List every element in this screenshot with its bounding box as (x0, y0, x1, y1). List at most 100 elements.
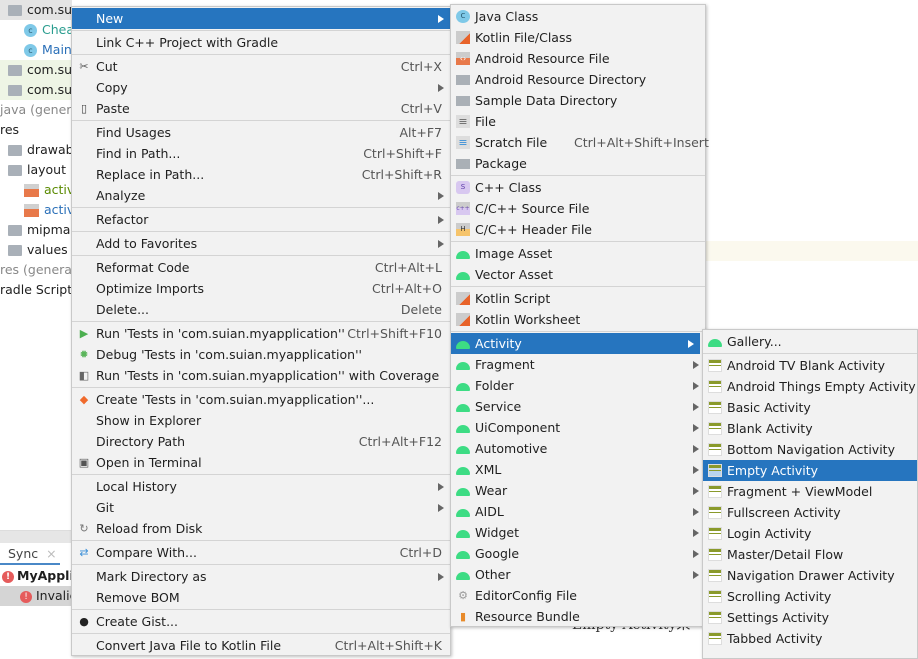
menu-item-gallery[interactable]: Gallery... (703, 331, 917, 352)
menu-item-git[interactable]: Git (72, 497, 450, 518)
menu-item-wear[interactable]: Wear (451, 480, 705, 501)
menu-item-link-c-project-with-gradle[interactable]: Link C++ Project with Gradle (72, 32, 450, 53)
menu-item-new[interactable]: New (72, 8, 450, 29)
menu-item-show-in-explorer[interactable]: Show in Explorer (72, 410, 450, 431)
menu-item-fragment-viewmodel[interactable]: Fragment + ViewModel (703, 481, 917, 502)
menu-item-scrolling-activity[interactable]: Scrolling Activity (703, 586, 917, 607)
menu-item-replace-in-path[interactable]: Replace in Path... Ctrl+Shift+R (72, 164, 450, 185)
tree-item[interactable]: java (gener (0, 100, 72, 120)
menu-item-android-resource-directory[interactable]: Android Resource Directory (451, 69, 705, 90)
menu-item-paste[interactable]: ▯ Paste Ctrl+V (72, 98, 450, 119)
menu-item-kotlin-file-class[interactable]: Kotlin File/Class (451, 27, 705, 48)
menu-item-basic-activity[interactable]: Basic Activity (703, 397, 917, 418)
tree-item[interactable]: com.sui (0, 80, 72, 100)
tree-item[interactable]: com.sui (0, 0, 72, 20)
menu-item-vector-asset[interactable]: Vector Asset (451, 264, 705, 285)
menu-item-service[interactable]: Service (451, 396, 705, 417)
menu-item-c-c-header-file[interactable]: H C/C++ Header File (451, 219, 705, 240)
menu-item-reload-from-disk[interactable]: ↻ Reload from Disk (72, 518, 450, 539)
menu-item-aidl[interactable]: AIDL (451, 501, 705, 522)
menu-item-tabbed-activity[interactable]: Tabbed Activity (703, 628, 917, 649)
tree-item[interactable]: drawab (0, 140, 72, 160)
menu-item-label: Copy (96, 80, 128, 95)
menu-item-delete[interactable]: Delete... Delete (72, 299, 450, 320)
menu-item-image-asset[interactable]: Image Asset (451, 243, 705, 264)
menu-item-navigation-drawer-activity[interactable]: Navigation Drawer Activity (703, 565, 917, 586)
menu-item-uicomponent[interactable]: UiComponent (451, 417, 705, 438)
menu-item-android-things-empty-activity[interactable]: Android Things Empty Activity (703, 376, 917, 397)
tree-item[interactable]: layout (0, 160, 72, 180)
menu-item-other[interactable]: Other (451, 564, 705, 585)
tree-item[interactable]: activ (0, 200, 72, 220)
menu-item-convert-java-file-to-kotlin-file[interactable]: Convert Java File to Kotlin File Ctrl+Alt… (72, 635, 450, 656)
tab-sync[interactable]: Sync × (0, 543, 60, 565)
menu-item-cut[interactable]: ✂ Cut Ctrl+X (72, 56, 450, 77)
build-tree-root[interactable]: ! MyAppli (0, 566, 72, 586)
menu-item-copy[interactable]: Copy (72, 77, 450, 98)
tree-item[interactable]: values (0, 240, 72, 260)
menu-item-mark-directory-as[interactable]: Mark Directory as (72, 566, 450, 587)
menu-item-c-class[interactable]: s C++ Class (451, 177, 705, 198)
menu-item-kotlin-script[interactable]: Kotlin Script (451, 288, 705, 309)
menu-item-run-tests-in-com-suian-myapplication[interactable]: ▶ Run 'Tests in 'com.suian.myapplication'… (72, 323, 450, 344)
tree-item[interactable]: com.sui (0, 60, 72, 80)
menu-item-master-detail-flow[interactable]: Master/Detail Flow (703, 544, 917, 565)
shortcut-label: Ctrl+Shift+F10 (347, 326, 442, 341)
menu-item-settings-activity[interactable]: Settings Activity (703, 607, 917, 628)
menu-item-file[interactable]: ≡ File (451, 111, 705, 132)
menu-item-c-c-source-file[interactable]: c++ C/C++ Source File (451, 198, 705, 219)
menu-item-editorconfig-file[interactable]: ⚙ EditorConfig File (451, 585, 705, 606)
menu-item-open-in-terminal[interactable]: ▣ Open in Terminal (72, 452, 450, 473)
menu-item-package[interactable]: Package (451, 153, 705, 174)
menu-item-blank-activity[interactable]: Blank Activity (703, 418, 917, 439)
menu-item-activity[interactable]: Activity (451, 333, 700, 354)
menu-item-local-history[interactable]: Local History (72, 476, 450, 497)
tree-item[interactable]: mipmap (0, 220, 72, 240)
menu-item-fragment[interactable]: Fragment (451, 354, 705, 375)
tree-item[interactable]: res (genera (0, 260, 72, 280)
menu-item-add-to-favorites[interactable]: Add to Favorites (72, 233, 450, 254)
tree-item[interactable]: res (0, 120, 72, 140)
menu-item-resource-bundle[interactable]: ▮ Resource Bundle (451, 606, 705, 627)
menu-item-compare-with[interactable]: ⇄ Compare With... Ctrl+D (72, 542, 450, 563)
menu-item-analyze[interactable]: Analyze (72, 185, 450, 206)
menu-item-sample-data-directory[interactable]: Sample Data Directory (451, 90, 705, 111)
menu-separator (451, 175, 705, 176)
menu-item-xml[interactable]: XML (451, 459, 705, 480)
menu-item-java-class[interactable]: c Java Class (451, 6, 705, 27)
menu-item-create-tests-in-com-suian-myapplication[interactable]: ◆ Create 'Tests in 'com.suian.myapplicati… (72, 389, 450, 410)
menu-item-empty-activity[interactable]: Empty Activity (703, 460, 917, 481)
tree-item[interactable]: c Chea (0, 20, 72, 40)
template-icon (708, 527, 722, 540)
menu-item-debug-tests-in-com-suian-myapplication[interactable]: ✹ Debug 'Tests in 'com.suian.myapplicatio… (72, 344, 450, 365)
menu-item-login-activity[interactable]: Login Activity (703, 523, 917, 544)
menu-item-find-in-path[interactable]: Find in Path... Ctrl+Shift+F (72, 143, 450, 164)
menu-item-refactor[interactable]: Refactor (72, 209, 450, 230)
menu-item-google[interactable]: Google (451, 543, 705, 564)
tree-item[interactable]: activ (0, 180, 72, 200)
menu-item-label: Run 'Tests in 'com.suian.myapplication'' (96, 326, 345, 341)
menu-item-create-gist[interactable]: ● Create Gist... (72, 611, 450, 632)
menu-item-bottom-navigation-activity[interactable]: Bottom Navigation Activity (703, 439, 917, 460)
menu-item-android-resource-file[interactable]: ‹› Android Resource File (451, 48, 705, 69)
menu-item-run-tests-in-com-suian-myapplication-wit[interactable]: ◧ Run 'Tests in 'com.suian.myapplication'… (72, 365, 450, 386)
menu-item-folder[interactable]: Folder (451, 375, 705, 396)
menu-item-optimize-imports[interactable]: Optimize Imports Ctrl+Alt+O (72, 278, 450, 299)
build-error-row[interactable]: ! Invalic (0, 586, 72, 606)
menu-item-remove-bom[interactable]: Remove BOM (72, 587, 450, 608)
menu-item-kotlin-worksheet[interactable]: Kotlin Worksheet (451, 309, 705, 330)
menu-item-find-usages[interactable]: Find Usages Alt+F7 (72, 122, 450, 143)
menu-item-android-tv-blank-activity[interactable]: Android TV Blank Activity (703, 355, 917, 376)
sync-tab-label: Sync (8, 546, 39, 561)
tree-item[interactable]: c Main (0, 40, 72, 60)
menu-item-directory-path[interactable]: Directory Path Ctrl+Alt+F12 (72, 431, 450, 452)
close-icon[interactable]: × (46, 546, 56, 561)
menu-item-widget[interactable]: Widget (451, 522, 705, 543)
menu-item-reformat-code[interactable]: Reformat Code Ctrl+Alt+L (72, 257, 450, 278)
menu-item-scratch-file[interactable]: ≡ Scratch File Ctrl+Alt+Shift+Insert (451, 132, 709, 153)
menu-item-fullscreen-activity[interactable]: Fullscreen Activity (703, 502, 917, 523)
tree-item[interactable]: radle Scripts (0, 280, 72, 300)
folder-icon (8, 145, 22, 156)
package-icon (456, 159, 470, 169)
menu-item-automotive[interactable]: Automotive (451, 438, 705, 459)
